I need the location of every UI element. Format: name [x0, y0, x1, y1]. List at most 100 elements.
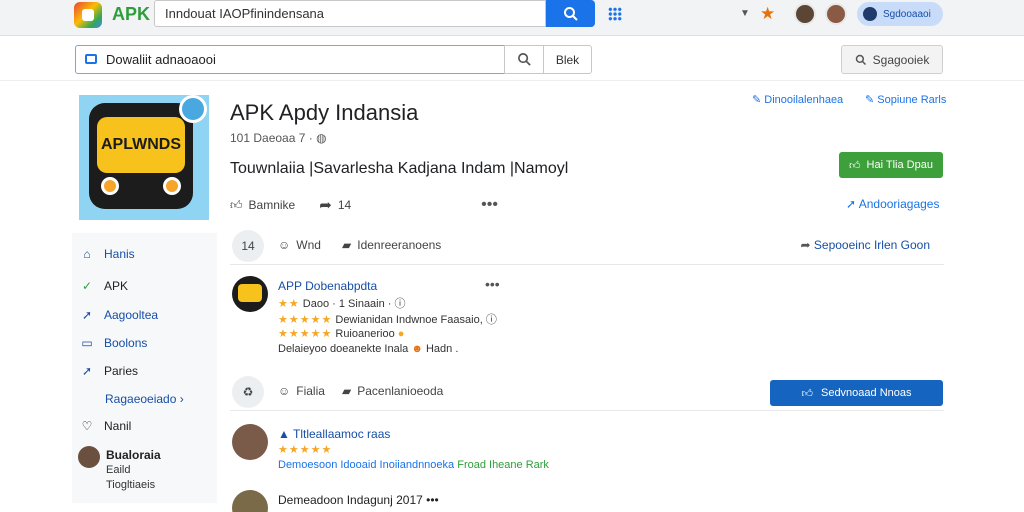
sidebar-item-label: Nanil — [104, 419, 132, 433]
edit-icon: ✎ — [865, 94, 875, 106]
feed-tab-label: Pacenlanioeoda — [357, 384, 444, 398]
sidebar: ⌂ Hanis ✓ APK ➚ Aagooltea ▭ Boolons ➚ Pa… — [72, 233, 217, 503]
thumbs-up-icon: 👍︎ — [230, 197, 243, 212]
block-button[interactable]: Blek — [543, 45, 592, 74]
sidebar-item-parties[interactable]: ➚ Paries — [80, 364, 138, 378]
sidebar-item-home[interactable]: ⌂ Hanis — [80, 247, 135, 261]
app-store-logo-icon[interactable] — [74, 2, 102, 28]
post-title[interactable]: ▲ Tltleallaamoc raas — [278, 427, 390, 441]
feed-tab-references[interactable]: ▰ Idenreeranoens — [342, 238, 441, 252]
count-badge[interactable]: 14 — [232, 230, 264, 262]
arrow-icon: ➚ — [81, 364, 93, 378]
like-label: Bamnike — [248, 198, 296, 212]
app-icon-image[interactable]: APLWNDS — [79, 95, 209, 220]
post-text: Dewianidan Indwnoe Faasaio, — [335, 314, 483, 326]
sidebar-item-label: Ragaeoeiado › — [105, 392, 184, 406]
share-arrow-icon: ➦ — [319, 197, 332, 214]
post-link[interactable]: Hadn . — [426, 343, 458, 355]
share-arrow-icon: ➦ — [800, 238, 811, 252]
more-options-icon[interactable]: ••• — [481, 196, 498, 214]
developer-link-label: Dinooilalenhaea — [764, 94, 844, 106]
check-icon: ✓ — [81, 279, 93, 293]
search-input[interactable]: Inndouat IAOPfinindensana — [154, 0, 546, 27]
share-button[interactable]: ➦ 14 — [319, 196, 351, 214]
avatar — [232, 424, 268, 460]
avatar[interactable] — [825, 3, 847, 25]
sidebar-item-apk[interactable]: ✓ APK — [80, 279, 128, 293]
page-title: APK Apdy Indansia — [230, 100, 419, 125]
sidebar-item-recommended[interactable]: Ragaeoeiado › — [105, 392, 184, 406]
install-button[interactable]: 👍︎ Hai Tlia Dpau — [839, 152, 943, 178]
feed-action-bar: 14 ☺ Wnd ▰ Idenreeranoens ➦ Sepooeinc Ir… — [230, 229, 944, 265]
app-description: Touwnlaiia |Savarlesha Kadjana Indam |Na… — [230, 160, 569, 177]
post-meta: 2017 — [396, 493, 423, 507]
share-link-label: Sepooeinc Irlen Goon — [813, 238, 930, 252]
like-button[interactable]: 👍︎ Bamnike — [230, 198, 295, 213]
post-link[interactable]: Inoiiandnnoeka — [380, 459, 455, 471]
download-button[interactable]: 👍︎ Sedvnoaad Nnoas — [770, 380, 943, 406]
list-item[interactable]: ▲ Tltleallaamoc raas ★★★★★ Demoesoon Ido… — [230, 424, 630, 474]
sidebar-item-apps[interactable]: ➚ Aagooltea — [80, 308, 158, 322]
info-icon: ⓘ — [394, 298, 406, 310]
apps-grid-icon[interactable] — [608, 7, 622, 21]
more-options-icon[interactable]: ••• — [426, 493, 439, 507]
app-icon-text: APLWNDS — [97, 117, 185, 173]
rewards-star-icon[interactable]: ★ — [760, 4, 775, 24]
search-button[interactable] — [546, 0, 595, 27]
search-options-button[interactable]: Sgagooiek — [841, 45, 943, 74]
feed-tab-pacenlanioeoda[interactable]: ▰ Pacenlanioeoda — [342, 384, 443, 398]
app-actions: 👍︎ Bamnike ➦ 14 ••• — [230, 196, 498, 214]
post-link[interactable]: Delaieyoo doeanekte Inala — [278, 343, 408, 355]
comment-icon: ▰ — [342, 384, 352, 398]
secondary-search-button[interactable] — [504, 45, 544, 74]
support-link-label: Sopiune Rarls — [877, 94, 947, 106]
brand-name[interactable]: APK — [112, 4, 150, 25]
post-title[interactable]: APP Dobenabpdta — [278, 279, 377, 293]
thumbs-up-icon: 👍︎ — [801, 387, 813, 400]
more-options-icon[interactable]: ••• — [485, 276, 500, 292]
app-thumb-shape — [238, 284, 262, 302]
install-label: Hai Tlia Dpau — [866, 159, 933, 171]
profile-name: Bualoraia — [106, 448, 161, 462]
folder-icon: ▭ — [81, 336, 93, 350]
badge-icon — [179, 95, 207, 123]
account-avatar-icon — [863, 7, 877, 21]
feed-tab-faila[interactable]: ☺ Fialia — [278, 384, 325, 398]
post-title-label: Demeadoon Indagunj — [278, 493, 393, 507]
download-label: Sedvnoaad Nnoas — [820, 387, 912, 399]
drive-icon: ▲ — [278, 427, 290, 441]
search-icon — [855, 54, 866, 65]
info-icon: ⓘ — [485, 314, 497, 326]
list-item[interactable]: Demeadoon Indagunj 2017 ••• — [230, 490, 630, 512]
feed-tab-label: Idenreeranoens — [357, 238, 442, 252]
emoji-icon: ☻ — [411, 343, 423, 355]
avatar — [232, 276, 268, 312]
sidebar-item-wishlist[interactable]: ♡ Nanil — [80, 419, 132, 433]
images-link-label: Andooriagages — [858, 197, 940, 211]
post-link[interactable]: Demoesoon Idooaid — [278, 459, 376, 471]
avatar — [78, 446, 100, 468]
post-link[interactable]: Froad Iheane Rark — [457, 459, 549, 471]
feed-tab-wind[interactable]: ☺ Wnd — [278, 238, 321, 252]
chevron-down-icon[interactable]: ▼ — [740, 8, 750, 19]
globe-icon: ◍ — [316, 131, 327, 145]
support-link[interactable]: ✎ Sopiune Rarls — [865, 93, 946, 106]
sidebar-item-label: Boolons — [104, 336, 148, 350]
app-meta-text: 101 Daeoaa 7 · — [230, 131, 313, 145]
avatar[interactable] — [794, 3, 816, 25]
images-link[interactable]: ➚ Andooriagages — [846, 197, 939, 211]
list-item[interactable]: APP Dobenabpdta ••• ★★ Daoo · 1 Sinaain … — [230, 276, 530, 366]
download-search-input[interactable]: Dowaliit adnaoaooi — [75, 45, 505, 74]
share-link[interactable]: ➦ Sepooeinc Irlen Goon — [801, 238, 931, 252]
sidebar-item-label: Hanis — [104, 247, 135, 261]
search-icon — [563, 6, 578, 21]
post-title[interactable]: Demeadoon Indagunj 2017 ••• — [278, 493, 439, 507]
top-bar: APK Inndouat IAOPfinindensana ▼ ★ Sgdooa… — [0, 0, 1024, 36]
rating-stars-icon: ★★★★★ — [278, 314, 333, 326]
sidebar-item-label: Aagooltea — [104, 308, 159, 322]
account-button[interactable]: Sgdooaaoi — [857, 2, 943, 26]
recycle-icon[interactable]: ♻ — [232, 376, 264, 408]
developer-link[interactable]: ✎ Dinooilalenhaea — [752, 93, 843, 106]
app-meta: 101 Daeoaa 7 · ◍ — [230, 131, 327, 145]
sidebar-item-books[interactable]: ▭ Boolons — [80, 336, 147, 350]
